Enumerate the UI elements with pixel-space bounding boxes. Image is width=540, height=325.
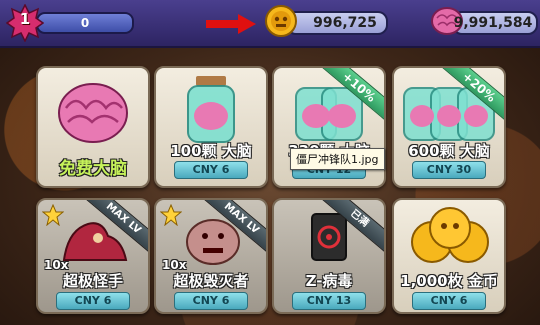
- brain-jar-icon: [187, 76, 235, 143]
- brain-value: 9,991,584: [453, 15, 533, 31]
- level-number: 1: [19, 10, 31, 28]
- price-button[interactable]: CNY 6: [412, 292, 486, 310]
- brain-icon: [58, 83, 128, 143]
- z-virus-card[interactable]: 已满 Z-病毒 CNY 13: [272, 198, 386, 314]
- file-tooltip: 僵尸冲锋队1.jpg: [290, 148, 385, 170]
- arrow-right-icon: [206, 14, 256, 34]
- card-title: 600颗 大脑: [408, 142, 490, 160]
- price-button[interactable]: CNY 13: [292, 292, 366, 310]
- coin-value: 996,725: [313, 15, 377, 31]
- top-bar: 0 1 996,725 9,991,584: [0, 0, 540, 48]
- card-title: 超极怪手: [62, 272, 123, 290]
- gold-coins-1000-card[interactable]: 1,000枚 金币 CNY 6: [392, 198, 506, 314]
- brain-pack-100-card[interactable]: 100颗 大脑 CNY 6: [154, 66, 268, 188]
- price-button[interactable]: CNY 6: [174, 161, 248, 179]
- super-destroyer-card[interactable]: MAX LV 10x 超极毁灭者 CNY 6: [154, 198, 268, 314]
- price-button[interactable]: CNY 6: [174, 292, 248, 310]
- price-button[interactable]: CNY 30: [412, 161, 486, 179]
- xp-bar: 0: [36, 12, 134, 34]
- card-title: 免费大脑: [59, 159, 127, 179]
- free-brain-card[interactable]: 免费大脑: [36, 66, 150, 188]
- price-button[interactable]: CNY 6: [56, 292, 130, 310]
- gold-coin-icon: [265, 5, 297, 37]
- gold-coins-icon: [411, 207, 489, 263]
- card-title: Z-病毒: [305, 272, 353, 290]
- card-title: 100颗 大脑: [170, 142, 252, 160]
- card-title: 1,000枚 金币: [400, 272, 498, 290]
- xp-value: 0: [80, 16, 90, 30]
- brain-pack-600-card[interactable]: +20% 600颗 大脑 CNY 30: [392, 66, 506, 188]
- super-monster-hand-card[interactable]: MAX LV 10x 超极怪手 CNY 6: [36, 198, 150, 314]
- card-title: 超极毁灭者: [173, 272, 249, 290]
